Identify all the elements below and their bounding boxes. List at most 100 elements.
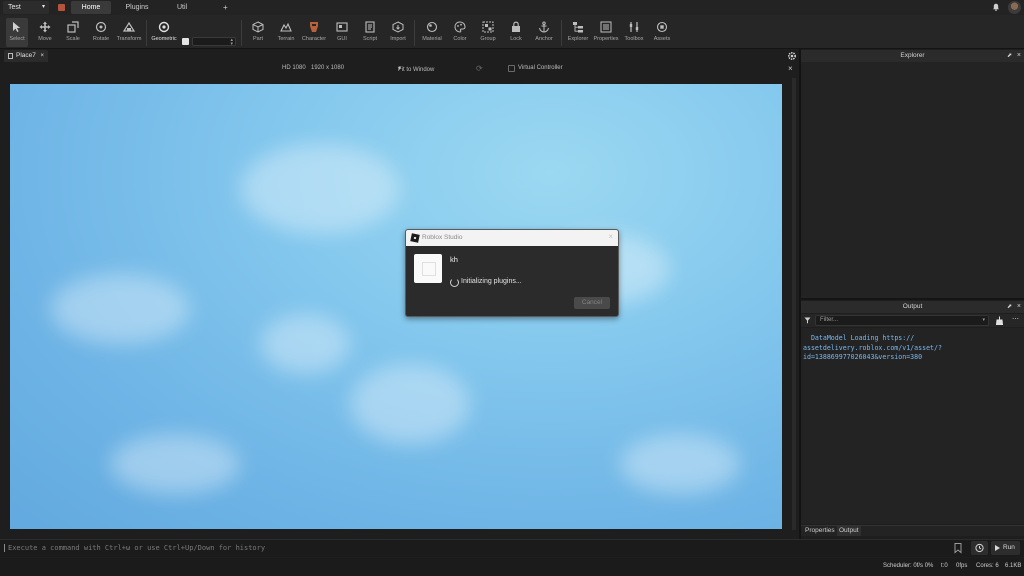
cloud [110,434,240,494]
tab-properties[interactable]: Properties [803,526,837,536]
move-snap-input[interactable]: ▴ ▾ [192,37,236,47]
popout-icon[interactable]: ⬈ [1007,301,1012,313]
anchor-tool-button[interactable]: Anchor [530,18,558,48]
gui-tool-label: GUI [337,36,347,42]
explorer-tree[interactable] [801,62,1024,298]
more-options-icon[interactable]: ⋯ [1012,315,1019,323]
group-tool-button[interactable]: Group [474,18,502,48]
terrain-tool-label: Terrain [277,36,295,42]
color-tool-button[interactable]: Color [446,18,474,48]
scale-tool-button[interactable]: Scale [59,18,87,48]
explorer-toggle-button[interactable]: Explorer [564,18,592,48]
memory-status: 6.1KB [1005,563,1022,569]
add-tab-button[interactable]: + [223,1,228,14]
color-tool-label: Color [453,36,467,42]
import-icon [392,21,404,33]
history-icon [975,543,984,553]
filter-icon[interactable] [804,317,811,324]
move-tool-button[interactable]: Move [31,18,59,48]
geometric-mode-button[interactable]: Geometric [150,18,178,48]
fit-to-window-dropdown[interactable]: Fit to Window ▾ [398,65,434,73]
orientation-icon[interactable]: ⟳ [476,64,483,73]
cloud [620,434,740,494]
ribbon-divider [561,20,562,46]
material-tool-button[interactable]: Material [418,18,446,48]
terrain-tool-button[interactable]: Terrain [272,18,300,48]
command-input[interactable]: Execute a command with Ctrl+ω or use Ctr… [2,541,942,555]
import-tool-button[interactable]: Import [384,18,412,48]
place-file-icon [8,53,13,59]
lock-tool-label: Lock [510,36,522,42]
avatar[interactable] [1008,1,1021,14]
text-caret [4,544,5,552]
close-icon[interactable]: × [40,50,44,62]
tab-plugins[interactable]: Plugins [117,1,157,14]
notification-bell-icon[interactable] [992,3,1000,11]
assets-icon [656,21,668,33]
history-button[interactable] [971,541,988,555]
panel-splitter[interactable] [801,298,1024,300]
gui-icon [336,22,348,32]
transform-tool-label: Transform [116,36,142,42]
move-snap-checkbox[interactable] [182,38,189,45]
close-icon[interactable]: × [1017,301,1021,313]
part-tool-button[interactable]: Part [244,18,272,48]
color-palette-icon [454,21,466,33]
tab-output[interactable]: Output [837,526,861,536]
part-tool-label: Part [252,36,264,42]
popout-icon[interactable]: ⬈ [1007,50,1012,62]
virtual-controller-checkbox[interactable] [508,65,515,72]
document-tab[interactable]: Place7 × [4,50,48,62]
rotate-tool-label: Rotate [92,36,110,42]
resolution-label: 1920 x 1080 [311,65,345,71]
gear-icon[interactable] [787,51,797,61]
document-tab-label: Place7 [16,52,36,59]
close-icon[interactable]: × [788,64,793,73]
clear-output-icon[interactable] [995,316,1004,325]
rotate-tool-button[interactable]: Rotate [87,18,115,48]
select-tool-button[interactable]: Select [3,18,31,48]
terrain-icon [280,22,292,32]
explorer-header: Explorer ⬈ × [801,50,1024,62]
cancel-button[interactable]: Cancel [574,297,610,309]
properties-toggle-button[interactable]: Properties [592,18,620,48]
script-tool-label: Script [362,36,378,42]
virtual-controller-label: Virtual Controller [518,65,563,71]
place-selector-dropdown[interactable]: Test ▾ [3,1,49,14]
material-icon [426,21,438,33]
cloud [240,144,400,234]
character-tool-label: Character [301,36,327,42]
place-selector-label: Test [8,4,21,11]
anchor-icon [539,21,549,33]
run-button[interactable]: Run [991,541,1020,555]
assets-toggle-button[interactable]: Assets [648,18,676,48]
character-tool-button[interactable]: Character [300,18,328,48]
script-tool-button[interactable]: Script [356,18,384,48]
cloud [260,314,350,374]
tab-home[interactable]: Home [71,1,111,14]
toolbox-toggle-label: Toolbox [624,36,644,42]
lock-tool-button[interactable]: Lock [502,18,530,48]
close-icon[interactable]: × [608,232,613,241]
scale-icon [67,21,79,33]
transform-icon [123,21,135,32]
bookmark-icon[interactable] [952,542,964,554]
device-selector[interactable]: HD 1080 [282,65,306,71]
import-tool-label: Import [390,36,406,42]
record-icon[interactable] [58,4,65,11]
tab-util[interactable]: Util [163,1,201,14]
transform-tool-button[interactable]: Transform [115,18,143,48]
viewport-scrollbar[interactable] [792,78,796,530]
anchor-tool-label: Anchor [535,36,553,42]
output-filter-input[interactable]: Filter... ▾ [815,315,989,326]
game-viewport[interactable] [10,84,782,529]
group-tool-label: Group [480,36,496,42]
assets-toggle-label: Assets [653,36,671,42]
time-status: t:0 [941,563,948,569]
scale-tool-label: Scale [66,36,80,42]
toolbox-toggle-button[interactable]: Toolbox [620,18,648,48]
close-icon[interactable]: × [1017,50,1021,62]
plugin-name: kh [450,255,458,264]
gui-tool-button[interactable]: GUI [328,18,356,48]
chevron-down-icon: ▾ [41,4,45,10]
